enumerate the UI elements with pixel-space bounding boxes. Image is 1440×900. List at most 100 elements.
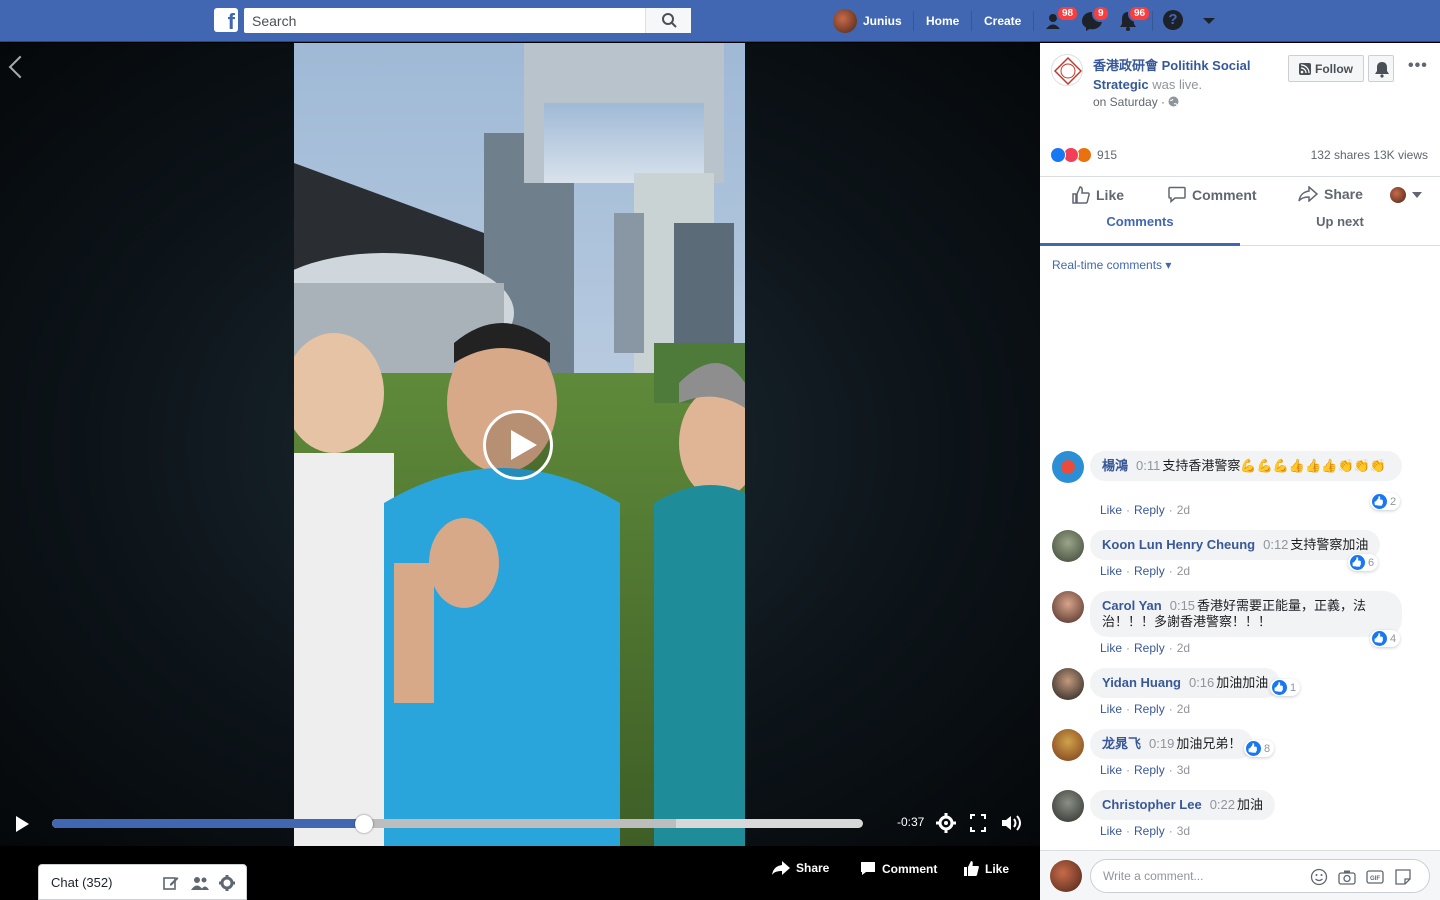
notifications-button[interactable]: 96: [1116, 5, 1152, 33]
home-link[interactable]: Home: [926, 14, 959, 28]
friend-requests-button[interactable]: 98: [1044, 5, 1080, 33]
comment-actions: Like · Reply · 2d: [1100, 503, 1191, 517]
comment-reply-link[interactable]: Reply: [1134, 702, 1165, 716]
chat-settings-gear-icon[interactable]: [219, 875, 235, 891]
fullscreen-icon[interactable]: [970, 813, 986, 833]
comment-author[interactable]: Carol Yan: [1102, 598, 1162, 613]
comment-timestamp[interactable]: 0:15: [1170, 598, 1195, 613]
thumbs-up-icon: [964, 861, 979, 876]
comment-author[interactable]: Koon Lun Henry Cheung: [1102, 537, 1255, 552]
comment-like-count[interactable]: 4: [1370, 630, 1401, 647]
post-like-label: Like: [1096, 187, 1125, 203]
comment-timestamp[interactable]: 0:11: [1136, 458, 1160, 473]
post-comment-button[interactable]: Comment: [1168, 186, 1257, 203]
nav-divider: [971, 11, 972, 31]
like-label: Like: [985, 861, 1010, 876]
comment-age[interactable]: 2d: [1177, 641, 1190, 655]
progress-fill: [52, 819, 365, 828]
share-as-selector[interactable]: [1390, 187, 1422, 203]
new-message-icon[interactable]: [163, 875, 179, 891]
comment-text: 支持警察加油: [1290, 537, 1369, 552]
volume-icon[interactable]: [1000, 813, 1022, 833]
comment-like-count[interactable]: 1: [1270, 679, 1301, 696]
back-arrow-icon[interactable]: [8, 55, 32, 79]
play-icon[interactable]: [16, 816, 29, 832]
commenter-avatar[interactable]: [1052, 729, 1084, 761]
comment-author[interactable]: Christopher Lee: [1102, 797, 1202, 812]
camera-icon[interactable]: [1338, 868, 1356, 886]
post-share-button[interactable]: Share: [1298, 186, 1363, 202]
comment-reply-link[interactable]: Reply: [1134, 824, 1165, 838]
sticker-icon[interactable]: [1394, 868, 1412, 886]
comment-like-count[interactable]: 6: [1348, 554, 1379, 571]
comment-timestamp[interactable]: 0:16: [1189, 675, 1214, 690]
share-outline-icon: [1298, 186, 1318, 202]
search-input[interactable]: [244, 8, 644, 33]
account-menu-caret-icon[interactable]: [1203, 18, 1215, 24]
comment-reply-link[interactable]: Reply: [1134, 763, 1165, 777]
search-button[interactable]: [645, 8, 691, 33]
comment-age[interactable]: 3d: [1177, 763, 1190, 777]
comment-like-link[interactable]: Like: [1100, 702, 1122, 716]
comment-author[interactable]: Yidan Huang: [1102, 675, 1181, 690]
share-view-stats[interactable]: 132 shares 13K views: [1311, 148, 1428, 162]
comment-like-count[interactable]: 8: [1244, 740, 1275, 757]
comment-bubble: Koon Lun Henry Cheung 0:12 支持警察加油: [1090, 530, 1381, 560]
comment-author[interactable]: 楊鴻: [1102, 458, 1128, 473]
comment-timestamp[interactable]: 0:12: [1263, 537, 1288, 552]
chat-label: Chat (352): [51, 875, 113, 890]
comment-like-link[interactable]: Like: [1100, 503, 1122, 517]
chat-tab[interactable]: Chat (352): [38, 864, 247, 900]
comment-age[interactable]: 2d: [1177, 564, 1190, 578]
help-icon[interactable]: ?: [1163, 10, 1183, 30]
video-frame[interactable]: [294, 43, 745, 846]
commenter-avatar[interactable]: [1052, 530, 1084, 562]
profile-link[interactable]: Junius: [833, 9, 902, 33]
page-avatar[interactable]: [1051, 54, 1083, 86]
comment-like-count[interactable]: 2: [1370, 493, 1401, 510]
settings-gear-icon[interactable]: [936, 813, 956, 833]
comment-age[interactable]: 2d: [1177, 503, 1190, 517]
notify-button[interactable]: [1368, 55, 1394, 82]
comment-like-link[interactable]: Like: [1100, 763, 1122, 777]
comment-like-link[interactable]: Like: [1100, 564, 1122, 578]
comment-age[interactable]: 2d: [1177, 702, 1190, 716]
nav-divider: [1152, 11, 1153, 31]
more-options-icon[interactable]: •••: [1408, 57, 1428, 75]
comment-reply-link[interactable]: Reply: [1134, 564, 1165, 578]
commenter-avatar[interactable]: [1052, 790, 1084, 822]
messages-button[interactable]: 9: [1080, 5, 1110, 33]
create-link[interactable]: Create: [984, 14, 1021, 28]
comment-actions: Like · Reply · 3d: [1100, 824, 1191, 838]
share-as-avatar: [1390, 187, 1406, 203]
commenter-avatar[interactable]: [1052, 591, 1084, 623]
group-icon[interactable]: [191, 875, 209, 891]
like-button[interactable]: Like: [964, 861, 1009, 876]
comment-timestamp[interactable]: 0:22: [1210, 797, 1235, 812]
comment-button[interactable]: Comment: [860, 861, 937, 876]
comment-like-link[interactable]: Like: [1100, 641, 1122, 655]
gif-icon[interactable]: GIF: [1366, 868, 1384, 886]
follow-button[interactable]: Follow: [1288, 55, 1364, 82]
progress-bar[interactable]: [52, 819, 863, 828]
tab-comments[interactable]: Comments: [1040, 214, 1240, 229]
commenter-avatar[interactable]: [1052, 451, 1084, 483]
comment-age[interactable]: 3d: [1177, 824, 1190, 838]
commenter-avatar[interactable]: [1052, 668, 1084, 700]
comment-reply-link[interactable]: Reply: [1134, 641, 1165, 655]
comment-author[interactable]: 龙晁飞: [1102, 736, 1141, 751]
comment-actions: Like · Reply · 3d: [1100, 763, 1191, 777]
tab-up-next[interactable]: Up next: [1240, 214, 1440, 229]
share-button[interactable]: Share: [772, 861, 829, 875]
play-overlay-button[interactable]: [483, 410, 553, 480]
comment-reply-link[interactable]: Reply: [1134, 503, 1165, 517]
like-badge-icon: [1350, 555, 1365, 570]
post-time-text[interactable]: on Saturday ·: [1093, 95, 1165, 109]
emoji-icon[interactable]: [1310, 868, 1328, 886]
comment-order-selector[interactable]: Real-time comments ▾: [1052, 258, 1171, 272]
facebook-logo-icon[interactable]: f: [214, 8, 238, 32]
reaction-summary[interactable]: 915: [1050, 147, 1117, 163]
comment-like-link[interactable]: Like: [1100, 824, 1122, 838]
comment-timestamp[interactable]: 0:19: [1149, 736, 1174, 751]
post-like-button[interactable]: Like: [1072, 186, 1124, 204]
